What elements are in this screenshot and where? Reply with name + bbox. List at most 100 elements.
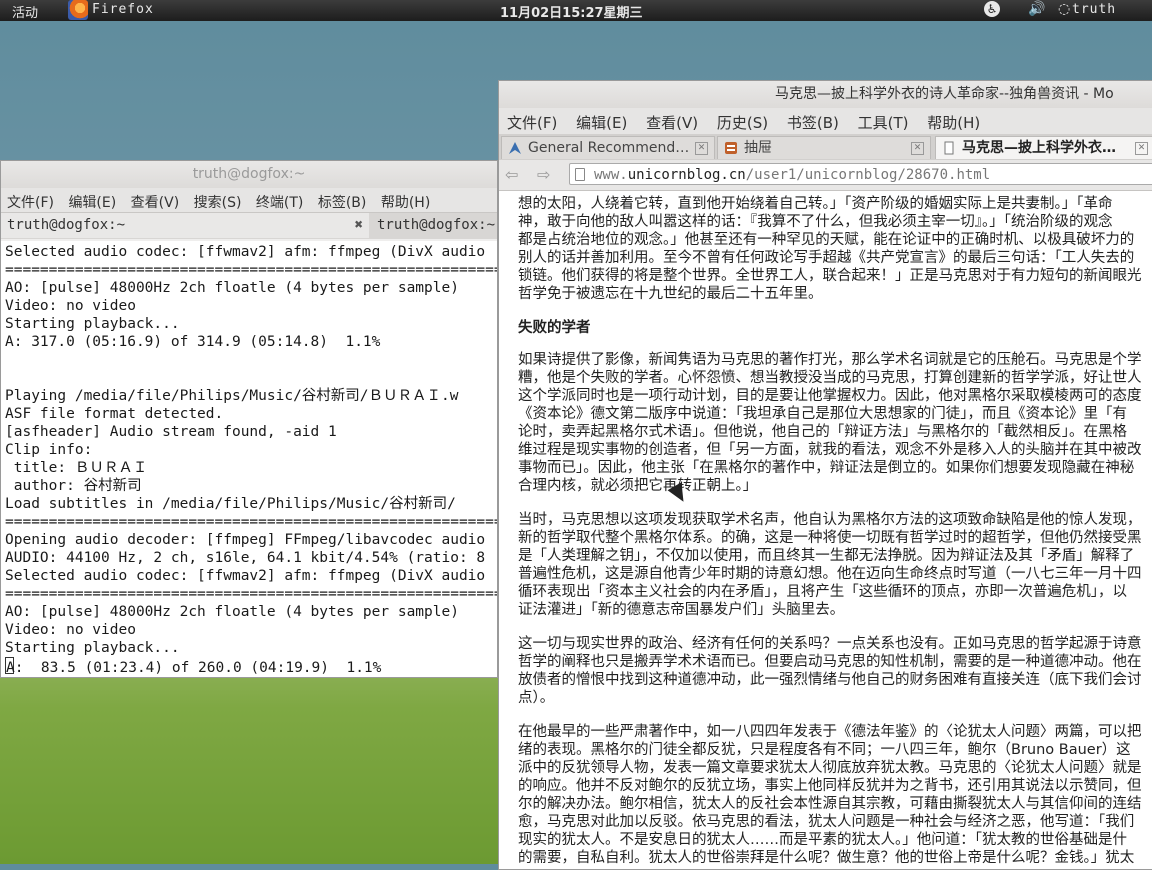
user-menu[interactable]: truth — [1072, 2, 1116, 17]
terminal-line: A: 317.0 (05:16.9) of 314.9 (05:14.8) 1.… — [5, 334, 381, 350]
terminal-menu-help[interactable]: 帮助(H) — [375, 188, 434, 212]
top-panel: 活动 Firefox 11月02日15:27星期三 ♿ 🔊 ◌ truth — [0, 0, 1152, 21]
terminal-line: [asfheader] Audio stream found, -aid 1 — [5, 424, 337, 440]
article-line: 这个学派同时也是一项行动计划，目的是要让他掌握权力。因此，他对黑格尔采取模棱两可… — [518, 388, 1142, 404]
network-icon[interactable]: ◌ — [1058, 1, 1070, 17]
article-line: 维过程是现实事物的创造者，但「另一方面，就我的看法，观念不外是移入人的头脑并在其… — [518, 442, 1142, 458]
article-line: 《资本论》德文第二版序中说道：「我坦承自己是那位大思想家的门徒」，而且《资本论》… — [518, 406, 1127, 422]
terminal-tab-1[interactable]: truth@dogfox:~ ✖ — [1, 213, 369, 238]
firefox-icon[interactable] — [68, 0, 88, 20]
volume-icon[interactable]: 🔊 — [1028, 1, 1045, 17]
terminal-tab-2[interactable]: truth@dogfox:~ — [371, 213, 497, 238]
article-line: 尔的解决办法。鲍尔相信，犹太人的反社会本性源自其宗教，可藉由撕裂犹太人与其信仰间… — [518, 796, 1142, 812]
terminal-line: Playing /media/file/Philips/Music/谷村新司/Ｂ… — [5, 388, 459, 404]
terminal-line: Selected audio codec: [ffwmav2] afm: ffm… — [5, 568, 486, 584]
article-line: 当时，马克思想以这项发现获取学术名声，他自认为黑格尔方法的这项致命缺陷是他的惊人… — [518, 512, 1142, 528]
site-identity-icon[interactable] — [575, 168, 585, 181]
terminal-menu-view[interactable]: 查看(V) — [125, 188, 184, 212]
article-line: 锁链。他们获得的将是整个世界。全世界工人，联合起来！」正是马克思对于有力短句的新… — [518, 268, 1142, 284]
firefox-menu-view[interactable]: 查看(V) — [638, 108, 704, 133]
close-tab-icon[interactable]: ✕ — [1135, 142, 1148, 155]
article-line: 事物而已」。因此，他主张「在黑格尔的著作中，辩证法是倒立的。如果你们想要发现隐藏… — [518, 460, 1135, 476]
back-arrow-icon[interactable]: ⇦ — [505, 165, 518, 184]
terminal-line: AUDIO: 44100 Hz, 2 ch, s16le, 64.1 kbit/… — [5, 550, 486, 566]
firefox-menu-bookmarks[interactable]: 书签(B) — [779, 108, 845, 133]
article-line: 愈，马克思对此加以反驳。依马克思的看法，犹太人问题是一种社会与经济之恶，他写道：… — [518, 814, 1135, 830]
article-line: 神，敢于向他的敌人叫嚣这样的话：『我算不了什么，但我必须主宰一切』。」「统治阶级… — [518, 214, 1113, 230]
terminal-line: ========================================… — [5, 586, 498, 602]
url-path: /user1/unicornblog/28670.html — [745, 167, 991, 183]
article-line: 在他最早的一些严肃著作中，如一八四四年发表于《德法年鉴》的〈论犹太人问题〉两篇，… — [518, 724, 1142, 740]
terminal-menu-tabs[interactable]: 标签(B) — [312, 188, 371, 212]
section-heading: 失败的学者 — [518, 320, 591, 336]
article-paragraph: 在他最早的一些严肃著作中，如一八四四年发表于《德法年鉴》的〈论犹太人问题〉两篇，… — [518, 723, 1152, 867]
terminal-line: ASF file format detected. — [5, 406, 224, 422]
terminal-menu-search[interactable]: 搜索(S) — [188, 188, 246, 212]
accessibility-icon[interactable]: ♿ — [984, 1, 1000, 17]
terminal-line: ========================================… — [5, 262, 498, 278]
article-line: 哲学免于被遗忘在十九世纪的最后二十五年里。 — [518, 286, 823, 302]
navigation-toolbar: ⇦ ⇨ www.unicornblog.cn/user1/unicornblog… — [499, 160, 1152, 191]
terminal-menu-terminal[interactable]: 终端(T) — [250, 188, 307, 212]
terminal-window: truth@dogfox:~ 文件(F) 编辑(E) 查看(V) 搜索(S) 终… — [0, 160, 498, 678]
article-line: 点）。 — [518, 690, 555, 706]
browser-tab-label: General Recommend… — [528, 140, 690, 156]
terminal-line: Starting playback... — [5, 316, 180, 332]
page-content: 想的太阳，人绕着它转，直到他开始绕着自己转。」「资产阶级的婚姻实际上是共妻制。」… — [499, 191, 1152, 869]
url-bar[interactable]: www.unicornblog.cn/user1/unicornblog/286… — [569, 163, 1152, 185]
terminal-output[interactable]: Selected audio codec: [ffwmav2] afm: ffm… — [1, 241, 498, 677]
url-domain: unicornblog.cn — [627, 167, 746, 183]
firefox-menu-history[interactable]: 历史(S) — [709, 108, 774, 133]
terminal-menu-file[interactable]: 文件(F) — [1, 188, 58, 212]
article-line: 绪的表现。黑格尔的门徒全都反犹，只是程度各有不同；一八四三年，鲍尔（Bruno … — [518, 742, 1131, 758]
browser-tab-label: 抽屉 — [744, 140, 772, 156]
article-paragraph: 这一切与现实世界的政治、经济有任何的关系吗？一点关系也没有。正如马克思的哲学起源… — [518, 635, 1152, 707]
article-paragraph: 想的太阳，人绕着它转，直到他开始绕着自己转。」「资产阶级的婚姻实际上是共妻制。」… — [518, 195, 1152, 303]
browser-tab-chouti[interactable]: 抽屉 ✕ — [717, 136, 931, 159]
firefox-titlebar[interactable]: 马克思—披上科学外衣的诗人革命家--独角兽资讯 - Mo — [499, 81, 1152, 108]
firefox-menu-file[interactable]: 文件(F) — [499, 108, 563, 133]
firefox-window: 马克思—披上科学外衣的诗人革命家--独角兽资讯 - Mo 文件(F) 编辑(E)… — [498, 80, 1152, 870]
browser-tab-general[interactable]: General Recommend… ✕ — [501, 136, 715, 159]
app-menu-label[interactable]: Firefox — [92, 2, 154, 17]
browser-tab-active[interactable]: 马克思—披上科学外衣… ✕ — [935, 136, 1152, 159]
activities-button[interactable]: 活动 — [12, 2, 38, 21]
clock[interactable]: 11月02日15:27星期三 — [500, 2, 643, 21]
article-line: 别人的话并善加利用。至今不曾有任何政论写手超越《共产党宣言》的最后三句话：「工人… — [518, 250, 1135, 266]
page-favicon-icon — [944, 141, 954, 155]
firefox-menu-tools[interactable]: 工具(T) — [850, 108, 915, 133]
terminal-line: Video: no video — [5, 298, 136, 314]
article-line: 新的哲学取代整个黑格尔体系。的确，这是一种将使一切既有哲学过时的超哲学，但他仍然… — [518, 530, 1142, 546]
article-line: 哲学的阐释也只是搬弄学术术语而已。但要启动马克思的知性机制，需要的是一种道德冲动… — [518, 654, 1142, 670]
terminal-line-text: A: 83.5 (01:23.4) of 260.0 (04:19.9) 1.1… — [6, 660, 382, 676]
site-favicon-icon — [509, 142, 521, 154]
firefox-menu-help[interactable]: 帮助(H) — [919, 108, 986, 133]
article-line: 证法灌进」「新的德意志帝国暴发户们」头脑里去。 — [518, 602, 845, 618]
terminal-menu-edit[interactable]: 编辑(E) — [62, 188, 120, 212]
terminal-line: Opening audio decoder: [ffmpeg] FFmpeg/l… — [5, 532, 486, 548]
terminal-tab-label: truth@dogfox:~ — [7, 217, 126, 233]
terminal-line: author: 谷村新司 — [5, 478, 142, 494]
article-line: 想的太阳，人绕着它转，直到他开始绕着自己转。」「资产阶级的婚姻实际上是共妻制。」… — [518, 196, 1113, 212]
article-line: 循环表现出「资本主义社会的内在矛盾」，且将产生「这些循环的顶点，亦即一次普遍危机… — [518, 584, 1127, 600]
article-line: 普遍性危机，这是源自他青少年时期的诗意幻想。他在迈向生命终点时写道（一八七三年一… — [518, 566, 1142, 582]
close-tab-icon[interactable]: ✕ — [911, 142, 924, 155]
article-line: 的响应。他并不反对鲍尔的反犹立场，事实上他同样反犹并为之背书，还引用其说法以示赞… — [518, 778, 1142, 794]
terminal-line: ========================================… — [5, 514, 498, 530]
terminal-line: title: ＢＵＲＡＩ — [5, 460, 148, 476]
article-line: 放债者的憎恨中找到这种道德冲动，此一强烈情绪与他自己的财务困难有直接关连（底下我… — [518, 672, 1142, 688]
terminal-line: AO: [pulse] 48000Hz 2ch floatle (4 bytes… — [5, 280, 459, 296]
firefox-menu-edit[interactable]: 编辑(E) — [568, 108, 633, 133]
close-tab-icon[interactable]: ✕ — [695, 142, 708, 155]
url-prefix: www. — [594, 167, 628, 183]
article-paragraph: 如果诗提供了影像，新闻隽语为马克思的著作打光，那么学术名词就是它的压舱石。马克思… — [518, 351, 1152, 495]
close-tab-icon[interactable]: ✖ — [355, 213, 363, 238]
terminal-line: Video: no video — [5, 622, 136, 638]
terminal-menubar: 文件(F) 编辑(E) 查看(V) 搜索(S) 终端(T) 标签(B) 帮助(H… — [1, 188, 497, 212]
forward-arrow-icon[interactable]: ⇨ — [537, 165, 550, 184]
article-line: 糟，他是个失败的学者。心怀怨愤、想当教授没当成的马克思，打算创建新的哲学学派，好… — [518, 370, 1142, 386]
terminal-titlebar[interactable]: truth@dogfox:~ — [1, 161, 497, 188]
terminal-line: Starting playback... — [5, 640, 180, 656]
